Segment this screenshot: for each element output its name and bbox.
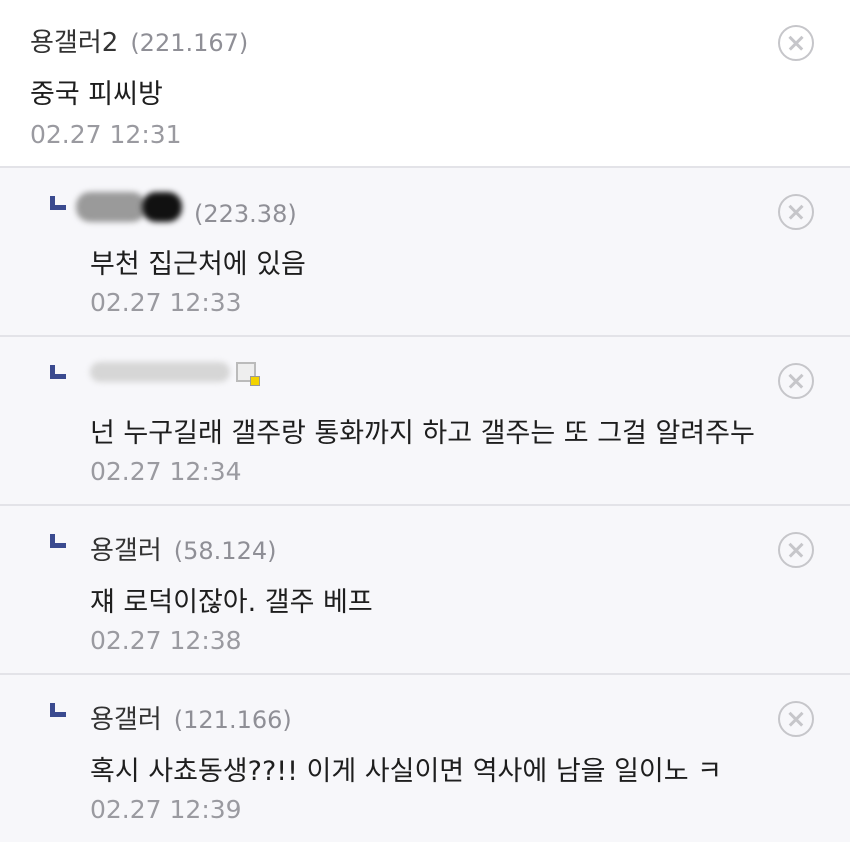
comment-header xyxy=(90,359,260,389)
reply-arrow-icon xyxy=(50,703,66,717)
reply-item: 용갤러 (58.124) 쟤 로덕이잖아. 갤주 베프 02.27 12:38 xyxy=(0,506,850,675)
comment-ip: (223.38) xyxy=(194,200,297,228)
obscured-nick-right xyxy=(142,192,182,222)
comment-ip: (221.167) xyxy=(130,29,249,57)
comment-nick[interactable]: 용갤러 xyxy=(90,699,162,736)
comment-list: 용갤러2 (221.167) 중국 피씨방 02.27 12:31 (223.3… xyxy=(0,0,850,842)
reply-arrow-icon xyxy=(50,365,66,379)
reply-arrow-icon xyxy=(50,534,66,548)
delete-icon[interactable] xyxy=(778,363,814,399)
comment-body: 쟤 로덕이잖아. 갤주 베프 xyxy=(90,587,373,618)
delete-icon[interactable] xyxy=(778,532,814,568)
comment-date: 02.27 12:33 xyxy=(90,288,242,317)
obscured-nick xyxy=(90,362,230,382)
delete-icon[interactable] xyxy=(778,194,814,230)
delete-icon[interactable] xyxy=(778,25,814,61)
comment-body: 중국 피씨방 xyxy=(30,79,163,110)
reply-arrow-icon xyxy=(50,196,66,210)
reply-item: (223.38) 부천 집근처에 있음 02.27 12:33 xyxy=(0,168,850,337)
comment-date: 02.27 12:39 xyxy=(90,795,242,824)
comment-nick[interactable] xyxy=(76,192,182,229)
comment-nick[interactable] xyxy=(90,359,230,389)
comment-ip: (121.166) xyxy=(173,706,292,734)
comment-header: 용갤러 (121.166) xyxy=(90,699,292,736)
comment-body: 넌 누구길래 갤주랑 통화까지 하고 갤주는 또 그걸 알려주누 xyxy=(90,418,755,449)
delete-icon[interactable] xyxy=(778,701,814,737)
comment-header: 용갤러2 (221.167) xyxy=(30,22,248,59)
comment-header: 용갤러 (58.124) xyxy=(90,530,276,567)
comment-date: 02.27 12:34 xyxy=(90,457,242,486)
user-image-icon xyxy=(236,362,260,386)
comment-item: 용갤러2 (221.167) 중국 피씨방 02.27 12:31 xyxy=(0,0,850,168)
obscured-nick-left xyxy=(76,192,146,222)
reply-item: 넌 누구길래 갤주랑 통화까지 하고 갤주는 또 그걸 알려주누 02.27 1… xyxy=(0,337,850,506)
comment-date: 02.27 12:31 xyxy=(30,120,182,149)
comment-body: 부천 집근처에 있음 xyxy=(90,249,306,280)
comment-ip: (58.124) xyxy=(173,537,277,565)
comment-nick[interactable]: 용갤러 xyxy=(90,530,162,567)
comment-date: 02.27 12:38 xyxy=(90,626,242,655)
reply-item: 용갤러 (121.166) 혹시 사쵸동생??!! 이게 사실이면 역사에 남을… xyxy=(0,675,850,842)
comment-body: 혹시 사쵸동생??!! 이게 사실이면 역사에 남을 일이노 ㅋ xyxy=(90,756,723,787)
comment-nick[interactable]: 용갤러2 xyxy=(30,22,118,59)
comment-header: (223.38) xyxy=(76,192,297,229)
